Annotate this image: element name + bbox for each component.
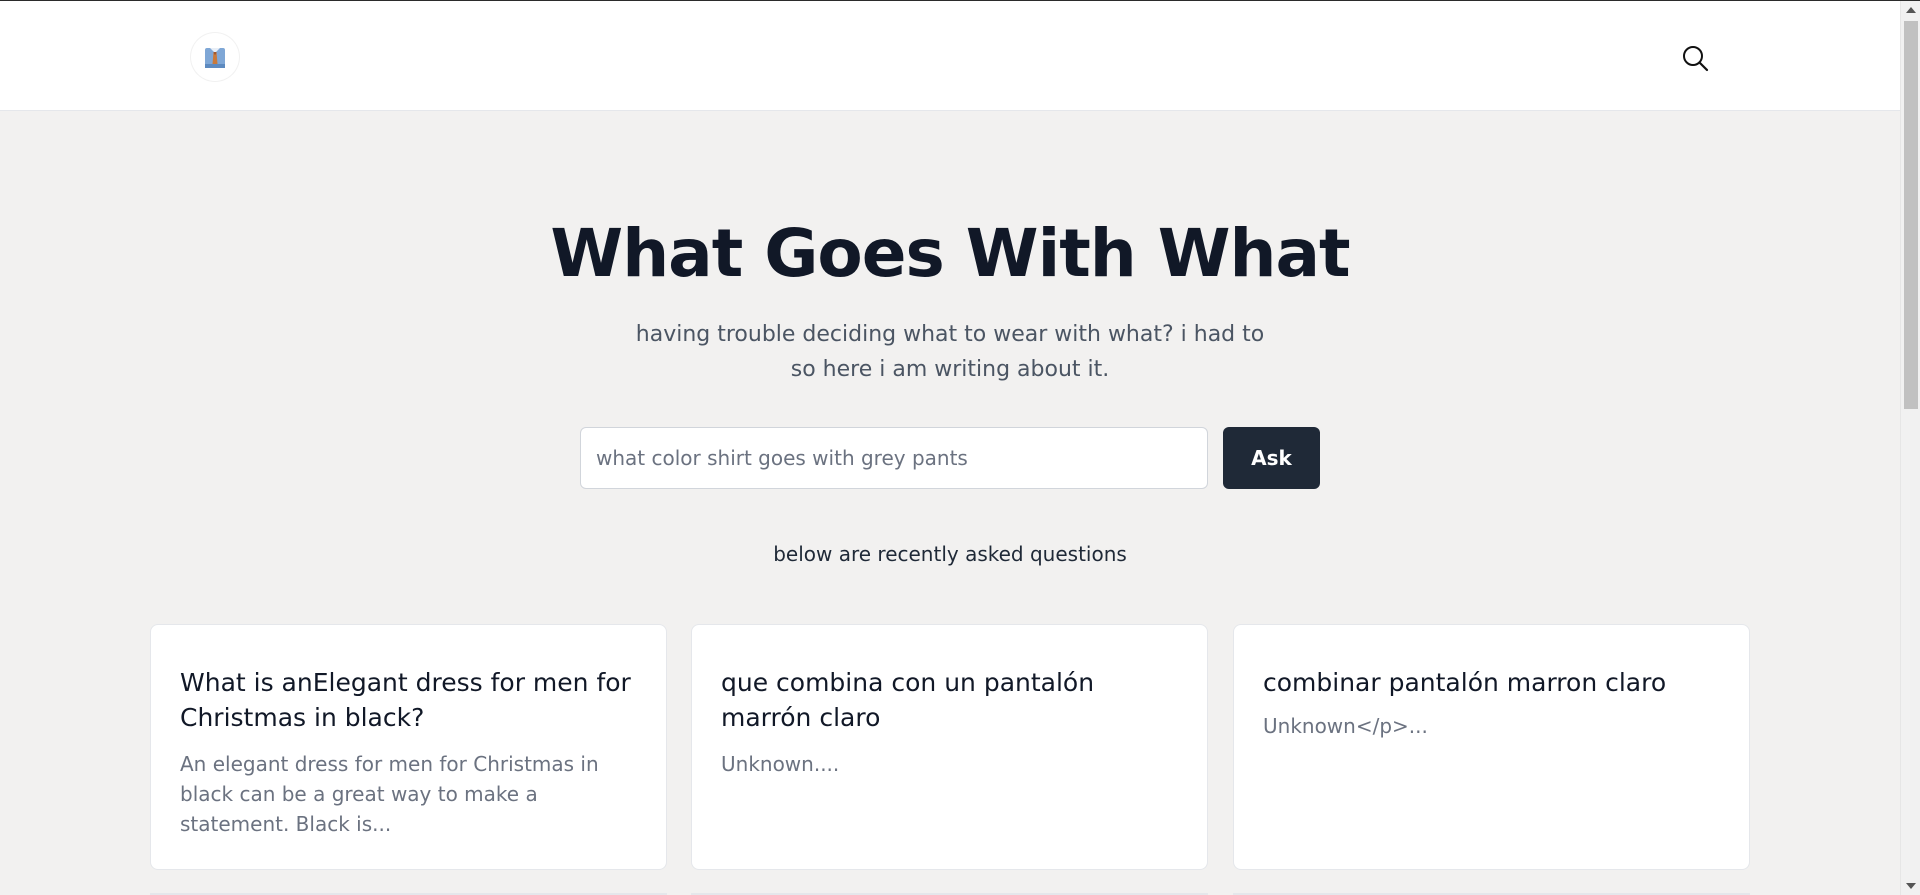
recent-questions-label: below are recently asked questions: [773, 542, 1127, 566]
necktie-shirt-icon: [205, 48, 225, 68]
ask-button[interactable]: Ask: [1223, 427, 1320, 489]
scroll-down-arrow-icon[interactable]: [1906, 883, 1916, 889]
ask-form: Ask: [580, 427, 1320, 489]
question-input[interactable]: [580, 427, 1208, 489]
search-icon: [1683, 46, 1709, 72]
page-title: What Goes With What: [550, 215, 1350, 292]
question-card-excerpt: Unknown</p>...: [1263, 714, 1428, 738]
question-card[interactable]: que combina con un pantalón marrón claro…: [691, 624, 1208, 870]
search-button[interactable]: [1678, 41, 1712, 75]
scrollbar-thumb[interactable]: [1904, 21, 1918, 409]
question-card-excerpt: Unknown....: [721, 752, 840, 776]
site-header: [0, 1, 1900, 111]
question-card-excerpt: An elegant dress for men for Christmas i…: [180, 752, 599, 836]
scroll-up-arrow-icon[interactable]: [1906, 7, 1916, 13]
page-subtitle: having trouble deciding what to wear wit…: [635, 322, 1265, 382]
site-logo[interactable]: [191, 33, 239, 81]
question-card-title: What is anElegant dress for men for Chri…: [180, 668, 631, 732]
question-card-title: combinar pantalón marron claro: [1263, 668, 1667, 697]
page-scrollbar[interactable]: [1900, 1, 1920, 895]
question-card-title: que combina con un pantalón marrón claro: [721, 668, 1095, 732]
question-card[interactable]: What is anElegant dress for men for Chri…: [150, 624, 667, 870]
question-card[interactable]: combinar pantalón marron claro Unknown</…: [1233, 624, 1750, 870]
